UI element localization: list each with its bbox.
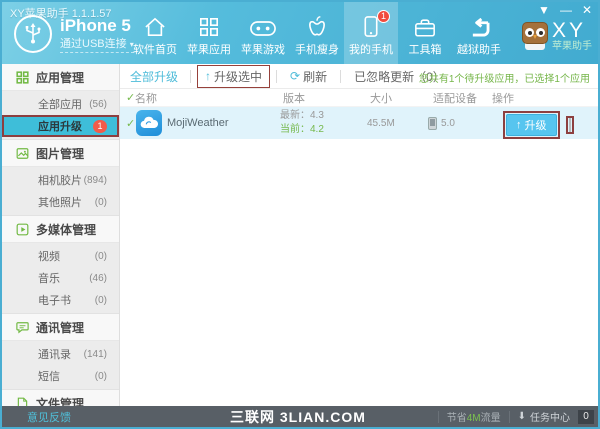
col-header-action: 操作 [492,90,514,106]
upgrade-annotation-box: ↑ 升级 [503,111,560,139]
section-file-management: 文件管理 [2,390,119,406]
usb-icon [14,15,52,53]
download-icon: ⬇ [518,411,526,422]
traffic-saved: 节省4M流量 [447,409,501,424]
nav-phone-slim[interactable]: 手机瘦身 [290,2,344,64]
phone-small-icon [428,117,437,130]
upgrade-button[interactable]: ↑ 升级 [506,114,557,136]
my-phone-badge: 1 [377,10,390,23]
task-count-badge[interactable]: 0 [578,410,594,424]
nav-software-home[interactable]: 软件首页 [128,2,182,64]
section-app-management: 应用管理 [2,64,119,91]
device-info: iPhone 5 通过USB连接 ▾ [14,15,134,53]
apps-icon [199,15,219,37]
col-header-name: 名称 [135,90,157,106]
phone-icon [364,15,378,37]
col-header-size: 大小 [370,90,392,106]
menu-arrow-icon[interactable]: ▼ [538,5,550,15]
device-cell: 5.0 [428,117,455,130]
main-content: 全部升级 ↑ 升级选中 ⟳ 刷新 已忽略更新（0） 您共有1个待升级应用，已选择… [120,64,598,406]
chat-bubble-icon [16,321,29,334]
slim-icon [308,15,326,37]
upgrade-count-badge: 1 [93,120,107,133]
sidebar-item-all-apps[interactable]: 全部应用 (56) [2,93,119,115]
moji-weather-app-icon [136,110,162,136]
feedback-link[interactable]: 意见反馈 [27,409,71,425]
version-latest: 最新：4.3 [280,110,324,121]
sidebar-item-videos[interactable]: 视频 (0) [2,245,119,267]
brand-logo: XY 苹果助手 [522,20,592,52]
header: XY苹果助手 1.1.1.57 ▼ — ✕ [2,2,598,64]
nav-toolbox[interactable]: 工具箱 [398,2,452,64]
logo-subtitle: 苹果助手 [552,42,592,52]
toolbar: 全部升级 ↑ 升级选中 ⟳ 刷新 已忽略更新（0） 您共有1个待升级应用，已选择… [120,64,598,89]
col-header-version: 版本 [283,90,305,106]
media-icon [16,223,29,236]
nav-apple-games[interactable]: 苹果游戏 [236,2,290,64]
device-name: iPhone 5 [60,16,134,35]
app-name: MojiWeather [167,117,229,129]
row-checkbox[interactable]: ✓ [126,117,135,130]
sidebar-item-app-upgrade[interactable]: 应用升级 1 [2,115,119,137]
connection-dropdown[interactable]: 通过USB连接 ▾ [60,35,134,53]
sidebar-item-sms[interactable]: 短信 (0) [2,365,119,387]
app-size: 45.5M [367,118,395,129]
ignore-annotation-box [566,116,574,134]
app-window: XY苹果助手 1.1.1.57 ▼ — ✕ [0,0,600,429]
upgrade-all-button[interactable]: 全部升级 [124,66,184,87]
sidebar-item-contacts[interactable]: 通讯录 (141) [2,343,119,365]
version-current: 当前：4.2 [280,124,324,135]
nav-apple-apps[interactable]: 苹果应用 [182,2,236,64]
status-bar: 意见反馈 三联网 3LIAN.COM 节省4M流量 ⬇ 任务中心 0 [2,406,598,427]
watermark: 三联网 3LIAN.COM [230,407,366,427]
task-center-button[interactable]: ⬇ 任务中心 [518,409,570,424]
minimize-button[interactable]: — [560,5,572,15]
refresh-button[interactable]: ⟳ 刷新 [283,66,334,87]
file-icon [16,397,29,407]
owl-mascot-icon [522,22,548,50]
home-icon [144,15,166,37]
select-all-checkbox[interactable]: ✓ [126,91,135,104]
toolbox-icon [414,15,436,37]
section-photo-management: 图片管理 [2,140,119,167]
jailbreak-icon [469,15,490,37]
top-nav: 软件首页 苹果应用 苹果游戏 手机瘦身 [128,2,506,64]
up-arrow-icon: ↑ [516,119,522,131]
sidebar: 应用管理 全部应用 (56) 应用升级 1 图片管理 相机胶片 (89 [2,64,120,406]
table-row[interactable]: ✓ MojiWeather 最新：4.3 当前：4.2 45.5M 5.0 [120,107,598,139]
nav-my-phone[interactable]: 我的手机 1 [344,2,398,64]
up-arrow-icon: ↑ [205,69,211,83]
photos-icon [16,147,29,160]
sidebar-item-music[interactable]: 音乐 (46) [2,267,119,289]
sidebar-item-ebooks[interactable]: 电子书 (0) [2,289,119,311]
table-header: ✓ 名称 版本 大小 适配设备 操作 [120,89,598,107]
games-icon [250,15,276,37]
nav-jailbreak[interactable]: 越狱助手 [452,2,506,64]
refresh-icon: ⟳ [290,69,300,83]
sidebar-item-other-photos[interactable]: 其他照片 (0) [2,191,119,213]
apps-grid-icon [16,71,29,84]
upgrade-selected-button[interactable]: ↑ 升级选中 [197,65,270,88]
close-button[interactable]: ✕ [582,5,592,15]
version-cell: 最新：4.3 当前：4.2 [280,109,324,137]
sidebar-item-camera-roll[interactable]: 相机胶片 (894) [2,169,119,191]
section-contacts-management: 通讯管理 [2,314,119,341]
logo-brand: XY [552,20,592,41]
ignore-icon[interactable] [569,118,571,132]
upgrade-notice: 您共有1个待升级应用，已选择1个应用 [419,70,590,85]
device-version: 5.0 [441,118,455,129]
section-media-management: 多媒体管理 [2,216,119,243]
col-header-device: 适配设备 [433,90,477,106]
